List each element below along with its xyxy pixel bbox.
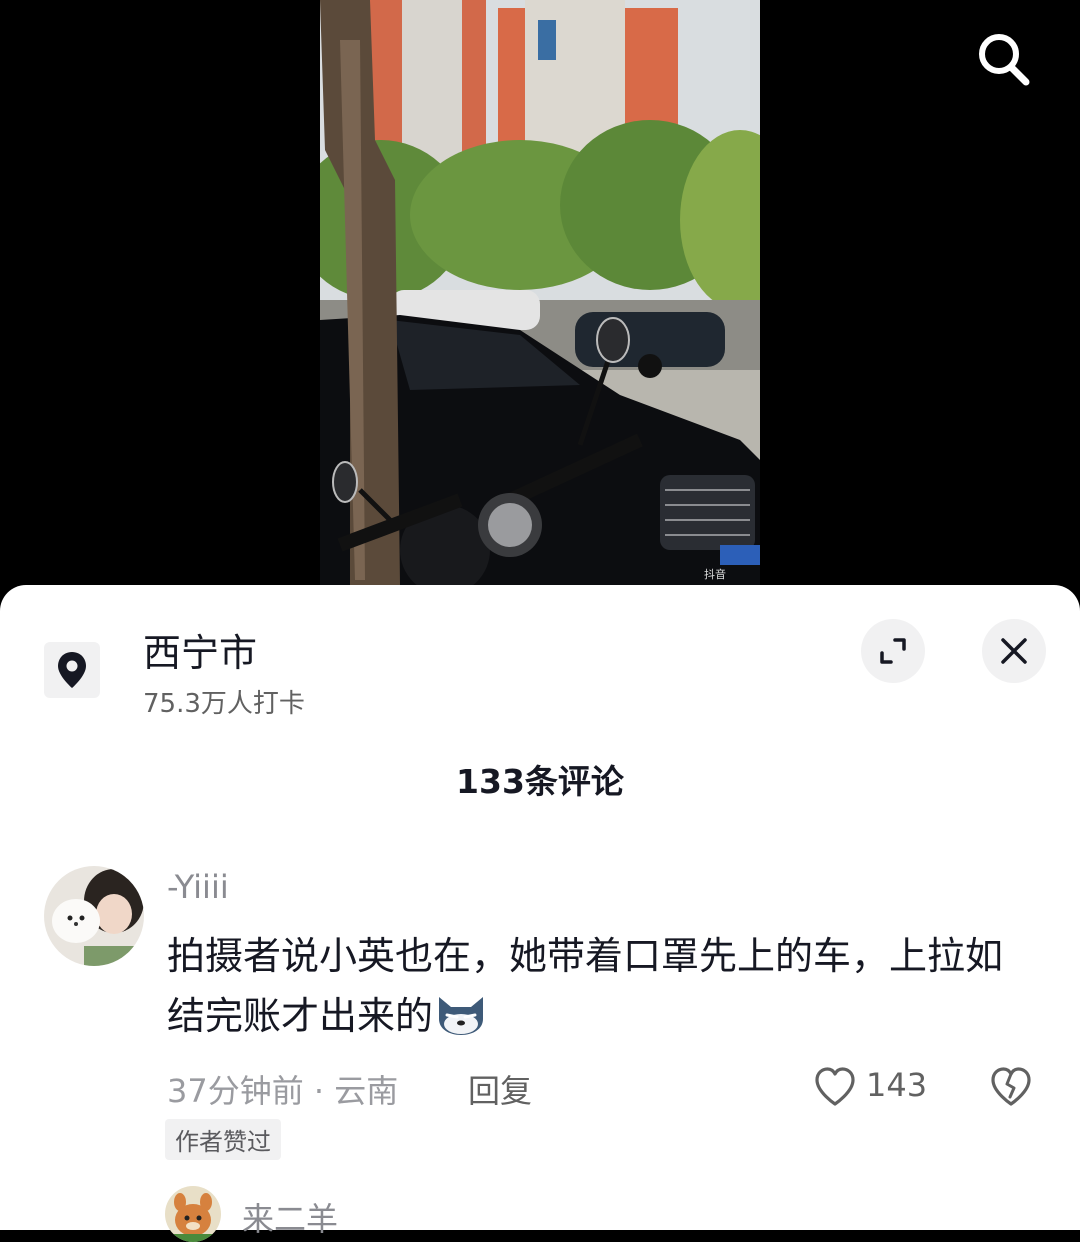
location-checkins: 75.3万人打卡 (143, 689, 305, 719)
comment-body: 拍摄者说小英也在，她带着口罩先上的车，上拉如结完账才出来的 (167, 926, 1017, 1046)
comment-timestamp-location: 37分钟前 · 云南 (167, 1072, 399, 1110)
fox-emoji-icon (439, 997, 484, 1035)
avatar[interactable] (44, 866, 144, 966)
expand-icon (880, 638, 906, 664)
avatar-image (44, 866, 144, 966)
like-button[interactable] (812, 1064, 858, 1110)
avatar[interactable] (165, 1186, 221, 1242)
expand-button[interactable] (861, 619, 925, 683)
like-count: 143 (866, 1066, 928, 1104)
comment-text: 拍摄者说小英也在，她带着口罩先上的车，上拉如结完账才出来的 (167, 934, 1004, 1038)
comment-sheet (0, 585, 1080, 1230)
author-liked-badge: 作者赞过 (165, 1119, 281, 1160)
avatar-image (165, 1186, 221, 1242)
video-frame[interactable]: 抖音 (320, 0, 760, 585)
comment-username[interactable]: 来二羊 (242, 1194, 338, 1240)
close-icon (1001, 638, 1027, 664)
search-icon (979, 34, 1030, 86)
location-name[interactable]: 西宁市 (143, 622, 257, 677)
video-watermark: 抖音 (704, 568, 726, 581)
location-button[interactable] (44, 642, 100, 698)
comment-username[interactable]: -Yiiii (167, 868, 229, 906)
heart-icon (815, 1067, 855, 1106)
dislike-button[interactable] (988, 1064, 1034, 1110)
comment-count-title: 133条评论 (456, 762, 624, 801)
location-pin-icon (58, 652, 86, 688)
reply-button[interactable]: 回复 (468, 1066, 532, 1112)
search-button[interactable] (968, 24, 1038, 94)
video-thumbnail (320, 0, 760, 585)
close-button[interactable] (982, 619, 1046, 683)
broken-heart-icon (991, 1067, 1031, 1106)
video-player[interactable]: 抖音 (0, 0, 1080, 600)
